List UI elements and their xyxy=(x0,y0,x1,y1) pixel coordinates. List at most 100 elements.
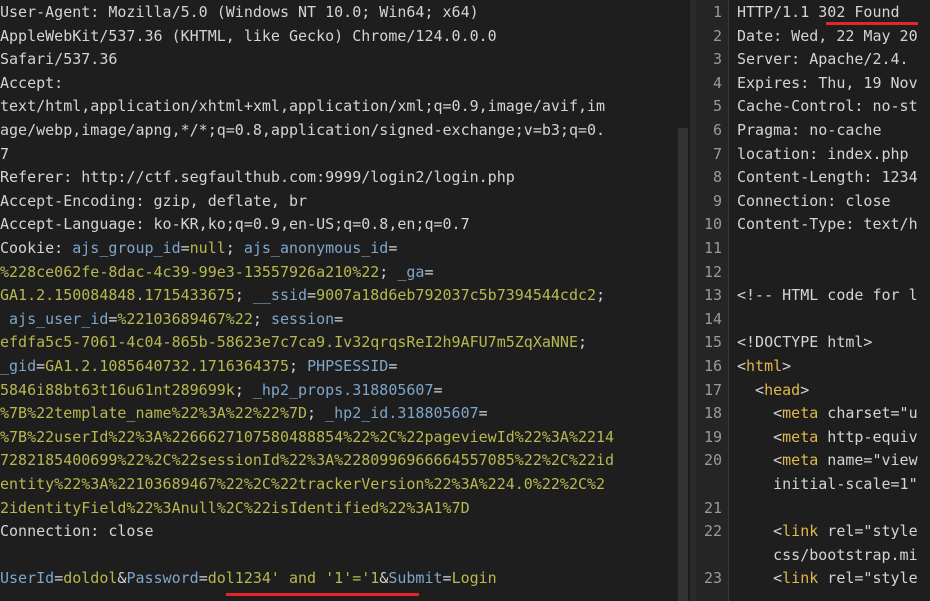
line-number: 15 xyxy=(703,333,722,352)
line-number: 8 xyxy=(712,168,722,187)
response-token: head xyxy=(764,380,801,399)
response-token: <!-- HTML code for l xyxy=(737,286,918,305)
cookie-token: 2identityField%22%3Anull%2C%22isIdentifi… xyxy=(0,498,470,517)
cookie-token: = xyxy=(424,262,434,281)
cookie-token: 7282185400699%22%2C%22sessionId%22%3A%22… xyxy=(0,451,615,470)
cookie-token: ; xyxy=(289,357,308,375)
response-token: location: index.php xyxy=(737,144,909,163)
cookie-token: ; xyxy=(596,286,606,305)
line-number: 4 xyxy=(712,73,722,92)
request-scrollbar[interactable] xyxy=(678,128,688,601)
response-line: <link rel="style xyxy=(737,567,918,591)
body-token: = xyxy=(198,569,208,588)
response-token: < xyxy=(737,451,783,470)
response-token: Content-Length: 1234 xyxy=(737,168,918,187)
response-token: > xyxy=(782,357,792,375)
response-token: meta xyxy=(782,427,819,446)
response-token: Expires: Thu, 19 Nov xyxy=(737,73,918,92)
cookie-token: ; xyxy=(234,380,253,399)
response-token: rel="style xyxy=(818,569,918,588)
cookie-token: %22103689467%22 xyxy=(117,309,253,328)
cookie-token: ajs_group_id xyxy=(72,239,181,257)
body-token: = xyxy=(442,569,452,588)
cookie-line: efdfa5c5-7061-4c04-865b-58623e7c7ca9.Iv3… xyxy=(0,331,587,355)
response-token: < xyxy=(737,357,747,375)
cookie-token: efdfa5c5-7061-4c04-865b-58623e7c7ca9.Iv3… xyxy=(0,333,578,352)
request-line: Accept-Encoding: gzip, deflate, br xyxy=(0,191,308,210)
response-token: rel="style xyxy=(818,522,918,541)
response-token: link xyxy=(782,522,819,541)
request-line: Accept: xyxy=(0,73,64,92)
request-line: Accept-Language: ko-KR,ko;q=0.9,en-US;q=… xyxy=(0,215,470,234)
response-token: Date: Wed, 22 May 20 xyxy=(737,26,918,45)
request-editor[interactable]: User-Agent: Mozilla/5.0 (Windows NT 10.0… xyxy=(0,0,690,601)
cookie-token: %7B%22template_name%22%3A%22%22%7D xyxy=(0,404,308,423)
request-line: AppleWebKit/537.36 (KHTML, like Gecko) C… xyxy=(0,26,497,45)
cookie-token: = xyxy=(433,380,443,399)
line-number: 6 xyxy=(712,121,722,139)
response-token: Cache-Control: no-st xyxy=(737,97,918,116)
cookie-token: _hp2_id.318805607 xyxy=(325,404,479,423)
request-line: age/webp,image/apng,*/*;q=0.8,applicatio… xyxy=(0,121,606,139)
response-token: meta xyxy=(782,451,819,470)
request-line: Referer: http://ctf.segfaulthub.com:9999… xyxy=(0,168,515,187)
response-line: <meta charset="u xyxy=(737,402,918,426)
body-token: & xyxy=(379,569,389,588)
cookie-line: %228ce062fe-8dac-4c39-99e3-13557926a210%… xyxy=(0,261,433,285)
response-line: Expires: Thu, 19 Nov xyxy=(737,72,918,96)
line-number: 21 xyxy=(703,498,722,517)
body-token: Submit xyxy=(388,569,443,588)
response-line: <meta http-equiv xyxy=(737,426,918,450)
response-line: Server: Apache/2.4. xyxy=(737,48,909,72)
body-token: doldol xyxy=(63,569,118,588)
line-number: 14 xyxy=(703,309,722,328)
line-number: 2 xyxy=(712,26,722,45)
response-token: > xyxy=(800,380,810,399)
line-number: 17 xyxy=(703,380,722,399)
cookie-token: ; xyxy=(234,286,253,305)
response-line: Date: Wed, 22 May 20 xyxy=(737,25,918,49)
response-line: location: index.php xyxy=(737,143,909,167)
response-token: initial-scale=1" xyxy=(737,475,918,493)
cookie-token: = xyxy=(388,357,398,375)
response-token: meta xyxy=(782,404,819,423)
response-token: http-equiv xyxy=(818,427,918,446)
request-body[interactable]: UserId=doldol&Password=dol1234' and '1'=… xyxy=(0,567,497,591)
response-token: < xyxy=(737,427,783,446)
response-token: < xyxy=(737,404,783,423)
response-line: Content-Length: 1234 xyxy=(737,166,918,190)
cookie-line: 7282185400699%22%2C%22sessionId%22%3A%22… xyxy=(0,449,614,473)
cookie-token: session xyxy=(270,309,335,328)
response-token: Pragma: no-cache xyxy=(737,121,882,139)
line-number: 13 xyxy=(703,286,722,305)
response-token: link xyxy=(782,569,819,588)
cookie-token: entity%22%3A%22103689467%22%2C%22tracker… xyxy=(0,475,606,493)
cookie-line: %7B%22userId%22%3A%2266627107580488854%2… xyxy=(0,426,614,450)
line-number: 23 xyxy=(703,569,722,588)
line-number: 3 xyxy=(712,50,722,69)
line-number: 11 xyxy=(703,239,722,257)
response-line: <!DOCTYPE html> xyxy=(737,331,872,355)
connection-header: Connection: close xyxy=(0,522,154,541)
request-line: User-Agent: Mozilla/5.0 (Windows NT 10.0… xyxy=(0,3,479,21)
cookie-line: ajs_user_id=%22103689467%22; session= xyxy=(0,308,343,332)
cookie-token: ajs_user_id xyxy=(9,309,109,328)
response-token: < xyxy=(737,569,783,588)
response-line: <head> xyxy=(737,379,809,403)
password-highlight-underline xyxy=(226,593,419,596)
cookie-token: ajs_anonymous_id xyxy=(243,239,389,257)
cookie-token: = xyxy=(334,309,344,328)
cookie-token: = xyxy=(180,239,190,257)
body-token: Password xyxy=(126,569,199,588)
cookie-token: %7B%22userId%22%3A%2266627107580488854%2… xyxy=(0,427,615,446)
status-highlight-underline xyxy=(826,22,918,25)
response-viewer[interactable]: 1 2 3 4 5 6 7 8 9 10 11 12 13 14 15 16 17 18 19 20 21 22 23 HT… xyxy=(696,0,930,601)
cookie-token: ; xyxy=(225,239,244,257)
line-number: 5 xyxy=(712,97,722,116)
cookie-token: ; xyxy=(307,404,326,423)
cookie-token: __ssid xyxy=(252,286,308,305)
cookie-line: 5846i88bt63t16u61nt289699k; _hp2_props.3… xyxy=(0,379,443,403)
cookie-token: %228ce062fe-8dac-4c39-99e3-13557926a210%… xyxy=(0,262,380,281)
response-line: Connection: close xyxy=(737,190,891,214)
cookie-token: = xyxy=(36,357,46,375)
